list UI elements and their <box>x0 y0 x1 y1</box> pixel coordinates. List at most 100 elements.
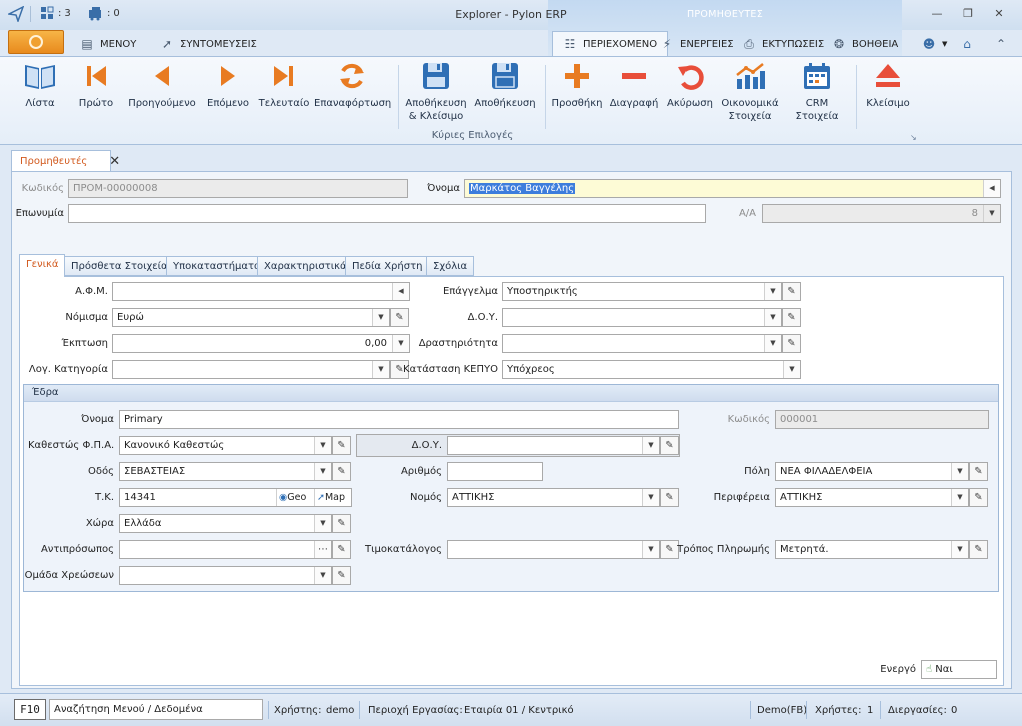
tab-user-fields[interactable]: Πεδία Χρήστη <box>345 256 430 276</box>
application-button[interactable] <box>8 30 64 54</box>
user-menu-button[interactable]: ☻ ▼ <box>922 34 948 54</box>
doy-field[interactable]: ▼ <box>502 308 782 327</box>
hq-name-field[interactable]: Primary <box>119 410 679 429</box>
tasks-counter[interactable]: :0 <box>88 6 120 21</box>
tab-general[interactable]: Γενικά <box>19 254 66 277</box>
charges-group-field[interactable]: ▼ <box>119 566 332 585</box>
finance-button[interactable]: Οικονομικά Στοιχεία <box>720 61 780 123</box>
close-button[interactable]: Κλείσιμο <box>862 61 914 110</box>
f10-key[interactable]: F10 <box>14 699 46 720</box>
app-logo[interactable] <box>8 6 24 22</box>
category-field[interactable]: ▼ <box>112 360 390 379</box>
code-field[interactable]: ΠΡΟΜ-00000008 <box>68 179 408 198</box>
chevron-left-icon[interactable]: ◀ <box>392 283 409 300</box>
windows-counter[interactable]: :3 <box>40 6 71 21</box>
first-button[interactable]: Πρώτο <box>74 61 118 110</box>
chevron-down-icon[interactable]: ▼ <box>764 309 781 326</box>
edit-pencil-icon[interactable]: ✎ <box>660 436 679 455</box>
chevron-down-icon[interactable]: ▼ <box>314 515 331 532</box>
cancel-button[interactable]: Ακύρωση <box>664 61 716 110</box>
chevron-down-icon[interactable]: ▼ <box>951 463 968 480</box>
close-icon[interactable]: ✕ <box>109 154 120 169</box>
active-toggle[interactable]: ☝ Ναι <box>921 660 997 679</box>
edit-pencil-icon[interactable]: ✎ <box>969 462 988 481</box>
chevron-down-icon[interactable]: ▼ <box>642 489 659 506</box>
edit-pencil-icon[interactable]: ✎ <box>332 514 351 533</box>
edit-pencil-icon[interactable]: ✎ <box>660 488 679 507</box>
chevron-down-icon[interactable]: ▼ <box>764 283 781 300</box>
company-field[interactable] <box>68 204 706 223</box>
add-button[interactable]: Προσθήκη <box>550 61 604 110</box>
pricelist-field[interactable]: ▼ <box>447 540 660 559</box>
prefecture-field[interactable]: ΑΤΤΙΚΗΣ ▼ <box>447 488 660 507</box>
ellipsis-icon[interactable]: ⋯ <box>314 541 331 558</box>
representative-field[interactable]: ⋯ <box>119 540 332 559</box>
payment-method-field[interactable]: Μετρητά. ▼ <box>775 540 969 559</box>
next-button[interactable]: Επόμενο <box>205 61 251 110</box>
edit-pencil-icon[interactable]: ✎ <box>782 282 801 301</box>
tab-comments[interactable]: Σχόλια <box>426 256 475 276</box>
chevron-down-icon[interactable]: ▼ <box>314 567 331 584</box>
tab-prints[interactable]: ⎙ ΕΚΤΥΠΩΣΕΙΣ <box>742 34 824 54</box>
chevron-down-icon[interactable]: ▼ <box>951 489 968 506</box>
refresh-button[interactable]: Επαναφόρτωση <box>314 61 391 110</box>
tab-help[interactable]: ❂ ΒΟΗΘΕΙΑ <box>832 34 898 54</box>
minimize-button[interactable]: — <box>929 7 945 21</box>
chevron-down-icon[interactable]: ▼ <box>314 463 331 480</box>
afm-field[interactable]: ◀ <box>112 282 410 301</box>
collapse-ribbon-button[interactable]: ⌃ <box>994 34 1008 54</box>
edit-pencil-icon[interactable]: ✎ <box>782 308 801 327</box>
tab-additional[interactable]: Πρόσθετα Στοιχεία <box>64 256 175 276</box>
chevron-down-icon[interactable]: ▼ <box>983 205 1000 222</box>
geo-button[interactable]: ◉Geo <box>276 489 314 506</box>
menu-search-input[interactable]: Αναζήτηση Μενού / Δεδομένα <box>49 699 263 720</box>
edit-pencil-icon[interactable]: ✎ <box>332 540 351 559</box>
chevron-down-icon[interactable]: ▼ <box>372 309 389 326</box>
edit-pencil-icon[interactable]: ✎ <box>332 436 351 455</box>
chevron-down-icon[interactable]: ▼ <box>372 361 389 378</box>
delete-button[interactable]: Διαγραφή <box>608 61 660 110</box>
street-number-field[interactable] <box>447 462 543 481</box>
edit-pencil-icon[interactable]: ✎ <box>782 334 801 353</box>
discount-field[interactable]: 0,00 ▼ <box>112 334 410 353</box>
chevron-down-icon[interactable]: ▼ <box>764 335 781 352</box>
edit-pencil-icon[interactable]: ✎ <box>332 566 351 585</box>
city-field[interactable]: ΝΕΑ ΦΙΛΑΔΕΛΦΕΙΑ ▼ <box>775 462 969 481</box>
chevron-down-icon[interactable]: ▼ <box>951 541 968 558</box>
save-button[interactable]: Αποθήκευση <box>472 61 538 110</box>
name-field[interactable]: Μαρκάτος Βαγγέλης ◀ <box>464 179 1001 198</box>
previous-button[interactable]: Προηγούμενο <box>126 61 198 110</box>
vat-status-field[interactable]: Κανονικό Καθεστώς ▼ <box>119 436 332 455</box>
country-field[interactable]: Ελλάδα ▼ <box>119 514 332 533</box>
profession-field[interactable]: Υποστηρικτής ▼ <box>502 282 782 301</box>
kepyo-field[interactable]: Υπόχρεος ▼ <box>502 360 801 379</box>
chevron-down-icon[interactable]: ▼ <box>642 437 659 454</box>
chevron-down-icon[interactable]: ▼ <box>783 361 800 378</box>
tab-branches[interactable]: Υποκαταστήματα <box>166 256 268 276</box>
aa-field[interactable]: 8 ▼ <box>762 204 1001 223</box>
last-button[interactable]: Τελευταίο <box>256 61 312 110</box>
crm-button[interactable]: CRM Στοιχεία <box>783 61 851 123</box>
chevron-down-icon[interactable]: ▼ <box>314 437 331 454</box>
list-button[interactable]: Λίστα <box>18 61 62 110</box>
currency-field[interactable]: Ευρώ ▼ <box>112 308 390 327</box>
doc-tab-suppliers[interactable]: Προμηθευτές ✕ <box>11 150 120 172</box>
maximize-button[interactable]: ❐ <box>960 7 976 21</box>
edit-pencil-icon[interactable]: ✎ <box>969 540 988 559</box>
tab-characteristics[interactable]: Χαρακτηριστικά <box>257 256 354 276</box>
tab-content[interactable]: ☷ ΠΕΡΙΕΧΟΜΕΝΟ <box>552 31 669 56</box>
tab-menu[interactable]: ▤ ΜΕΝΟΥ <box>80 34 136 54</box>
group-expand-icon[interactable]: ↘ <box>910 133 917 142</box>
chevron-down-icon[interactable]: ▼ <box>642 541 659 558</box>
chevron-down-icon[interactable]: ▼ <box>392 335 409 352</box>
activity-field[interactable]: ▼ <box>502 334 782 353</box>
tab-actions[interactable]: ⚡ ΕΝΕΡΓΕΙΕΣ <box>660 34 734 54</box>
hq-code-field[interactable]: 000001 <box>775 410 989 429</box>
hq-doy-field[interactable]: ▼ <box>447 436 660 455</box>
edit-pencil-icon[interactable]: ✎ <box>969 488 988 507</box>
edit-pencil-icon[interactable]: ✎ <box>332 462 351 481</box>
street-field[interactable]: ΣΕΒΑΣΤΕΙΑΣ ▼ <box>119 462 332 481</box>
chevron-left-icon[interactable]: ◀ <box>983 180 1000 197</box>
home-button[interactable]: ⌂ <box>960 34 974 54</box>
close-window-button[interactable]: ✕ <box>991 7 1007 21</box>
